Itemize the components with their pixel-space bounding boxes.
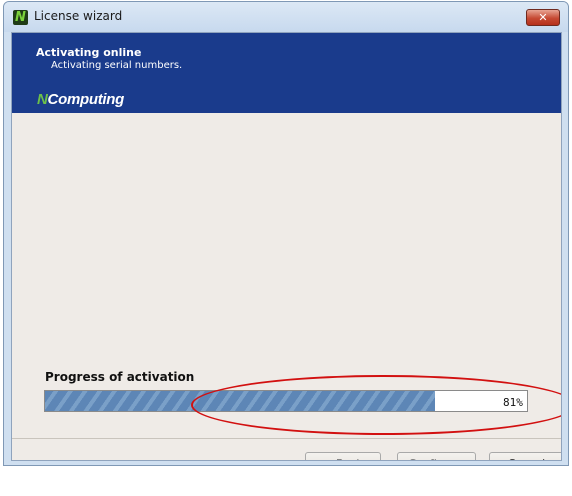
page-title: Activating online [36,46,142,59]
page-subtitle: Activating serial numbers. [51,60,183,71]
window-title: License wizard [34,9,123,23]
confirm-button[interactable]: Confirm > [397,452,476,460]
logo-text: Computing [47,91,125,108]
back-button[interactable]: < Back [305,452,381,460]
header-banner: Activating online Activating serial numb… [12,33,561,113]
title-bar[interactable]: N License wizard ✕ [4,2,568,32]
progress-label: Progress of activation [45,370,195,384]
red-highlight-ellipse [191,375,561,435]
cancel-button[interactable]: Cancel [489,452,561,460]
ncomputing-logo: NComputing [37,91,124,108]
wizard-client-area: Activating online Activating serial numb… [11,32,562,461]
footer-divider [12,438,561,439]
close-button[interactable]: ✕ [526,9,560,26]
logo-n: N [37,91,48,108]
license-wizard-window: N License wizard ✕ Activating online Act… [3,1,569,466]
ncomputing-app-icon: N [13,10,28,25]
